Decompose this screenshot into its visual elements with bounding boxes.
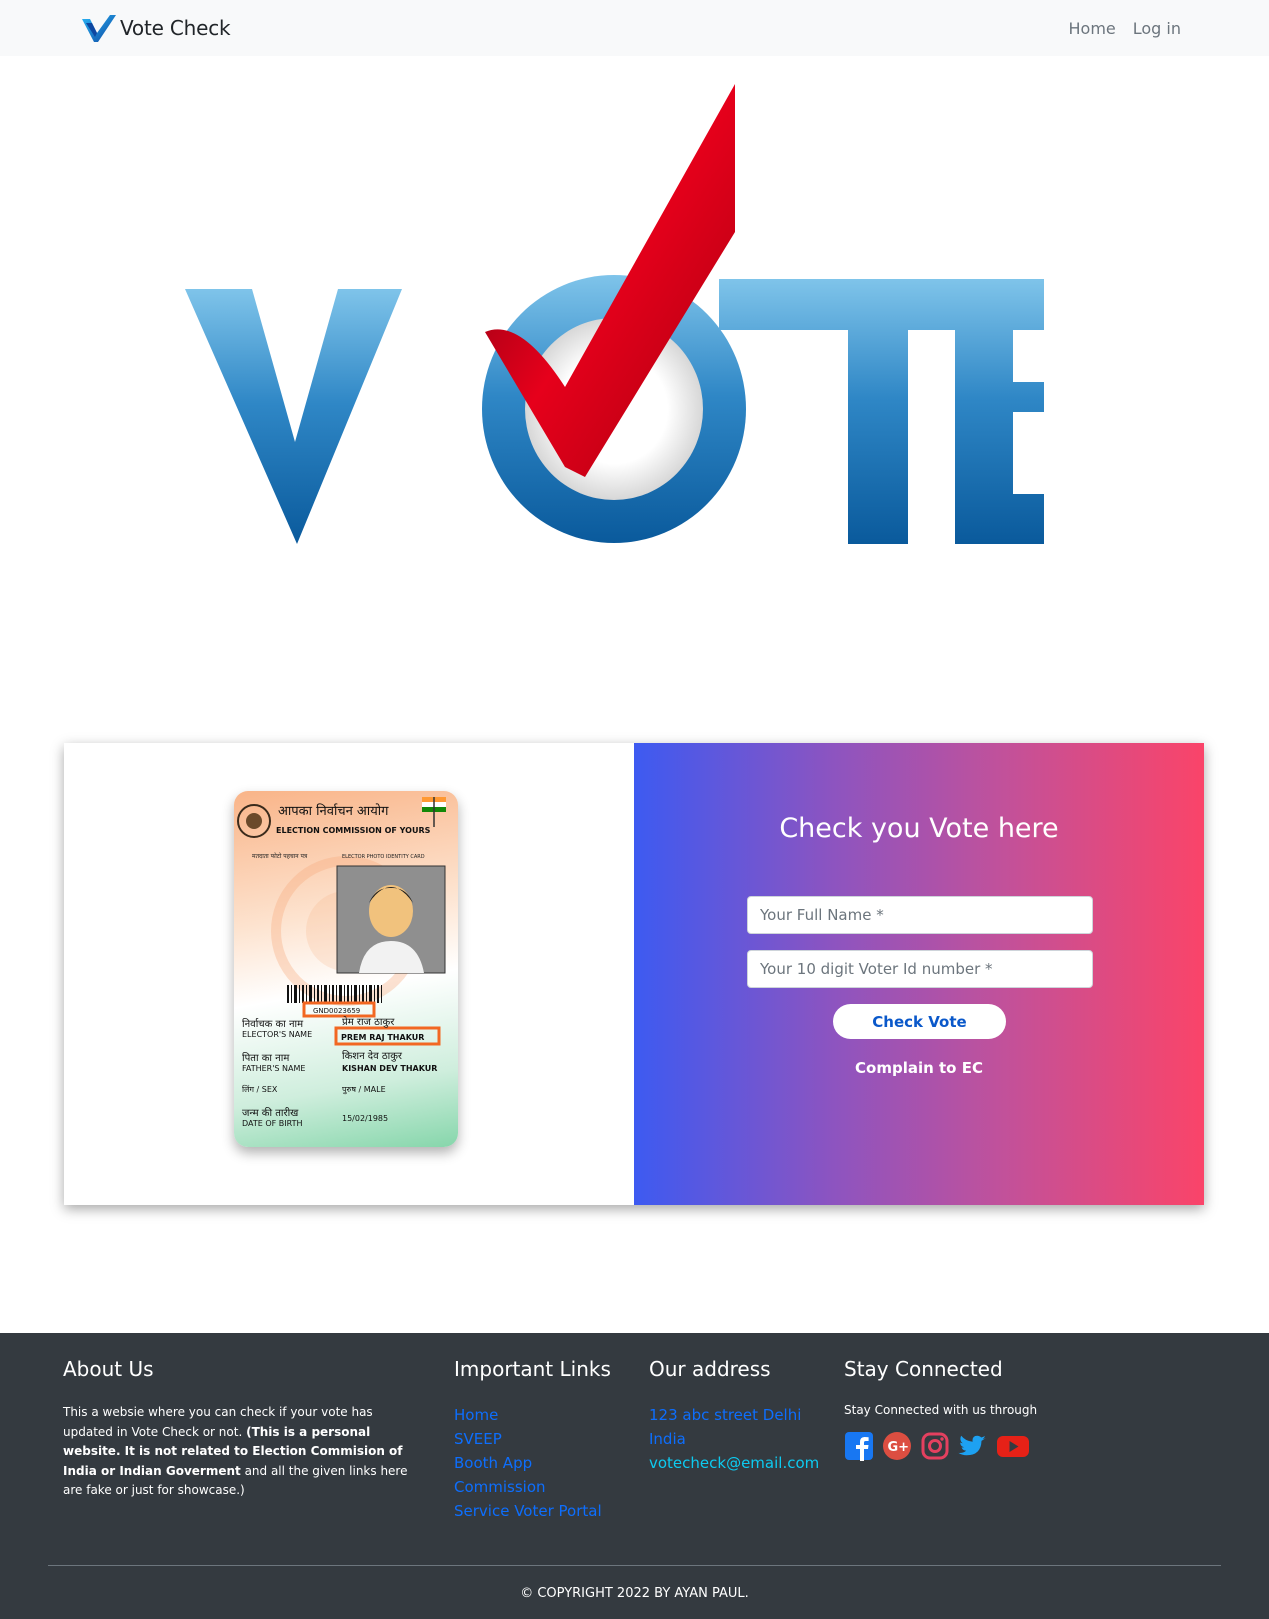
vote-hero-logo xyxy=(185,84,1044,544)
nav-links: Home Log in xyxy=(1052,19,1182,38)
card-subtitle-left: मतदाता फोटो पहचान पत्र xyxy=(252,852,308,860)
address-email-link[interactable]: votecheck@email.com xyxy=(649,1451,819,1475)
voter-card-panel: आपका निर्वाचन आयोग ELECTION COMMISSION O… xyxy=(64,743,634,1205)
footer-stay-connected: Stay Connected Stay Connected with us th… xyxy=(844,1357,1038,1461)
footer-link-service-voter-portal[interactable]: Service Voter Portal xyxy=(454,1499,611,1523)
check-vote-form-panel: Check you Vote here Check Vote Complain … xyxy=(634,743,1204,1205)
father-name-hindi: किशन देव ठाकुर xyxy=(342,1050,403,1062)
father-label: FATHER'S NAME xyxy=(242,1064,305,1073)
instagram-icon[interactable] xyxy=(920,1431,950,1461)
nav-home-link[interactable]: Home xyxy=(1069,19,1116,38)
footer-address: Our address 123 abc street Delhi India v… xyxy=(649,1357,819,1475)
voter-id-input[interactable] xyxy=(747,950,1093,988)
twitter-icon[interactable] xyxy=(958,1431,988,1461)
svg-text:G+: G+ xyxy=(888,1440,910,1455)
footer: About Us This a websie where you can che… xyxy=(0,1333,1269,1619)
copyright: © COPYRIGHT 2022 BY AYAN PAUL. xyxy=(520,1586,749,1601)
footer-link-sveep[interactable]: SVEEP xyxy=(454,1427,611,1451)
address-heading: Our address xyxy=(649,1357,771,1381)
links-heading: Important Links xyxy=(454,1357,611,1381)
check-vote-section: आपका निर्वाचन आयोग ELECTION COMMISSION O… xyxy=(64,743,1204,1205)
father-name: KISHAN DEV THAKUR xyxy=(342,1064,437,1073)
brand-link[interactable]: Vote Check xyxy=(80,13,231,43)
dob-value: 15/02/1985 xyxy=(342,1114,388,1123)
stay-text: Stay Connected with us through xyxy=(844,1403,1038,1417)
elector-name: PREM RAJ THAKUR xyxy=(341,1033,424,1042)
footer-about: About Us This a websie where you can che… xyxy=(63,1357,423,1501)
navbar: Vote Check Home Log in xyxy=(0,0,1269,56)
nav-login-link[interactable]: Log in xyxy=(1133,19,1181,38)
elector-name-hindi: प्रेम राज ठाकुर xyxy=(342,1016,395,1028)
footer-link-booth-app[interactable]: Booth App xyxy=(454,1451,611,1475)
youtube-icon[interactable] xyxy=(996,1431,1030,1461)
footer-important-links: Important Links Home SVEEP Booth App Com… xyxy=(454,1357,611,1523)
elector-label: ELECTOR'S NAME xyxy=(242,1030,312,1039)
check-vote-button[interactable]: Check Vote xyxy=(833,1004,1006,1039)
about-heading: About Us xyxy=(63,1357,154,1381)
about-text: This a websie where you can check if you… xyxy=(63,1403,423,1501)
google-plus-icon[interactable]: G+ xyxy=(882,1431,912,1461)
card-title: ELECTION COMMISSION OF YOURS xyxy=(276,826,431,835)
card-id-number: GND0023659 xyxy=(313,1007,360,1015)
address-line-2: India xyxy=(649,1430,686,1448)
footer-link-commission[interactable]: Commission xyxy=(454,1475,611,1499)
letter-v xyxy=(185,289,402,544)
form-title: Check you Vote here xyxy=(779,813,1059,844)
complain-to-ec-link[interactable]: Complain to EC xyxy=(634,1059,1204,1077)
card-subtitle-right: ELECTOR PHOTO IDENTITY CARD xyxy=(342,854,425,860)
brand-logo-icon xyxy=(82,15,116,42)
footer-divider xyxy=(48,1565,1221,1566)
facebook-icon[interactable] xyxy=(844,1431,874,1461)
voter-id-card-image: आपका निर्वाचन आयोग ELECTION COMMISSION O… xyxy=(234,791,458,1147)
social-icons: G+ xyxy=(844,1431,1038,1461)
voter-card-graphic: आपका निर्वाचन आयोग ELECTION COMMISSION O… xyxy=(237,797,446,1128)
full-name-input[interactable] xyxy=(747,896,1093,934)
elector-label-hindi: निर्वाचक का नाम xyxy=(242,1018,304,1030)
letter-e xyxy=(955,279,1044,544)
sex-label: लिंग / SEX xyxy=(242,1084,278,1094)
dob-label: DATE OF BIRTH xyxy=(242,1119,303,1128)
dob-label-hindi: जन्म की तारीख xyxy=(242,1107,299,1119)
card-title-hindi: आपका निर्वाचन आयोग xyxy=(278,803,389,819)
footer-link-home[interactable]: Home xyxy=(454,1403,611,1427)
sex-value: पुरुष / MALE xyxy=(342,1085,386,1095)
father-label-hindi: पिता का नाम xyxy=(242,1052,290,1064)
stay-heading: Stay Connected xyxy=(844,1357,1003,1381)
brand-name: Vote Check xyxy=(120,16,231,40)
address-line-1: 123 abc street Delhi xyxy=(649,1406,802,1424)
